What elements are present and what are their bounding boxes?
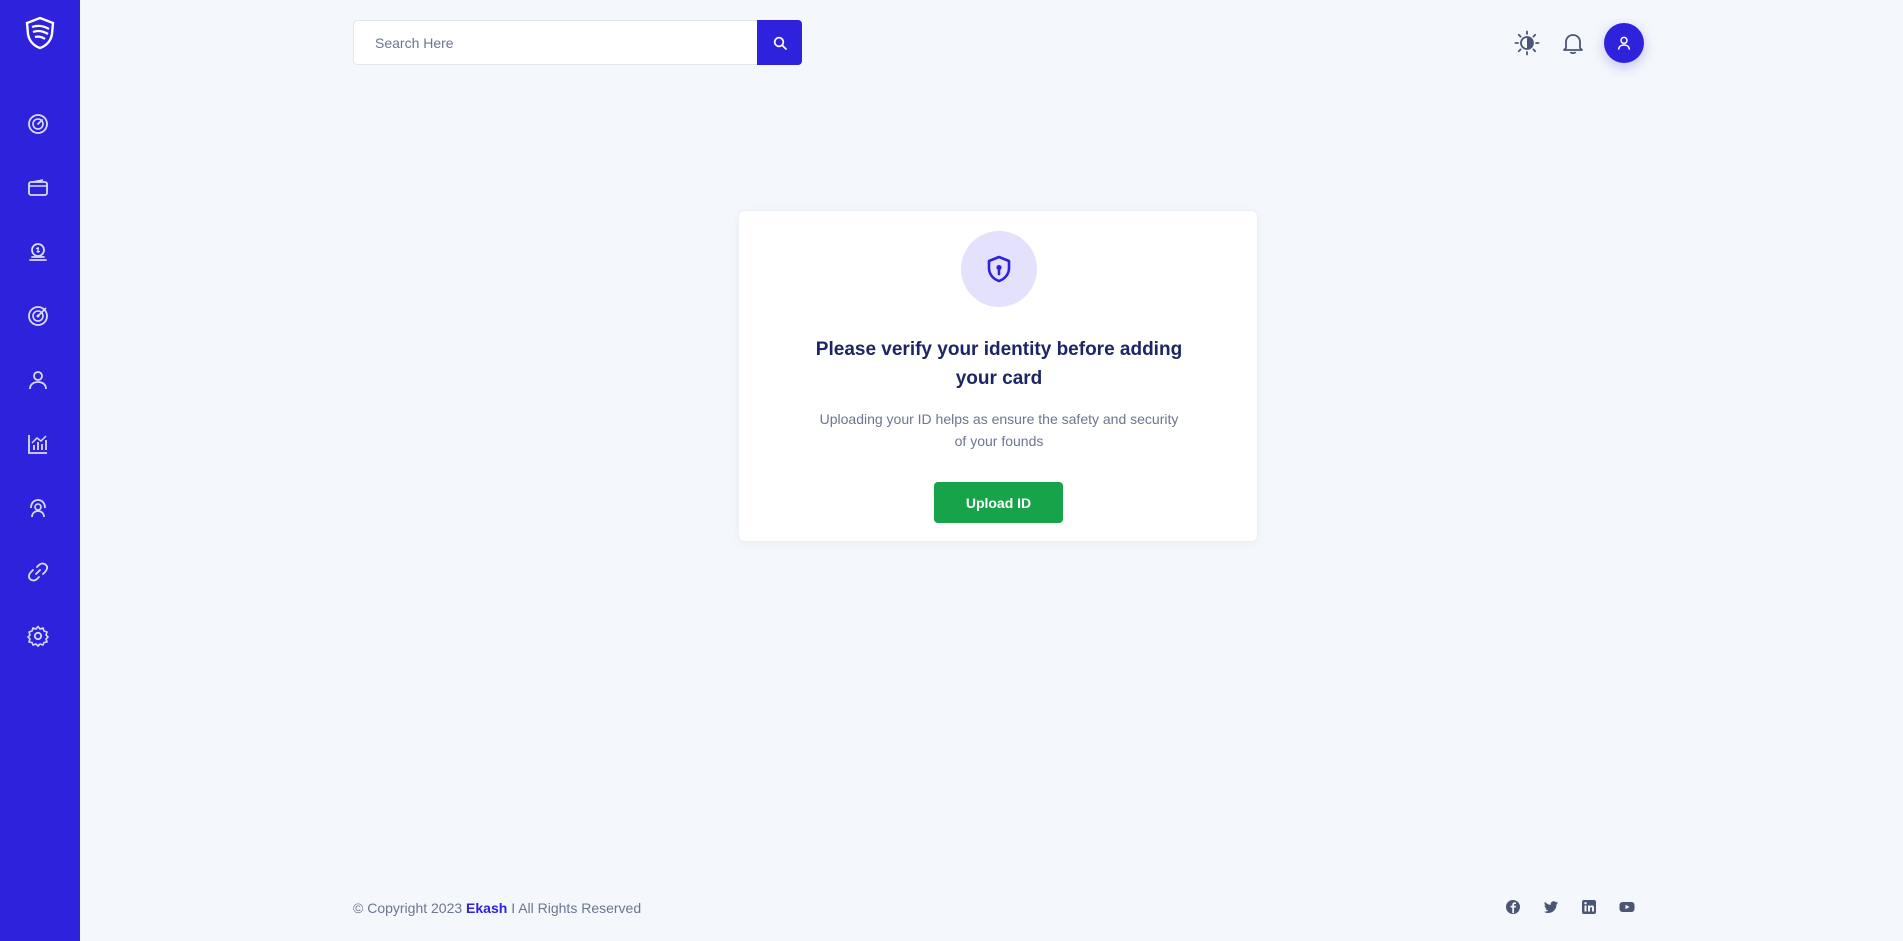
bar-chart-icon	[28, 435, 47, 454]
footer-copyright: © Copyright 2023 Ekash I All Rights Rese…	[353, 900, 641, 916]
sidebar-item-links[interactable]	[26, 560, 50, 584]
sidebar-item-profile[interactable]	[26, 368, 50, 392]
card-title: Please verify your identity before addin…	[815, 339, 1183, 389]
copyright-suffix: I All Rights Reserved	[511, 900, 642, 916]
theme-toggle-icon	[1514, 30, 1540, 56]
search-button[interactable]	[757, 20, 802, 65]
target-icon	[28, 306, 48, 326]
copyright-prefix: © Copyright 2023	[353, 900, 463, 916]
facebook-link[interactable]	[1504, 898, 1522, 916]
sidebar-item-payments[interactable]	[26, 240, 50, 264]
avatar[interactable]	[1604, 23, 1644, 63]
user-icon	[29, 371, 47, 390]
search-icon	[773, 36, 787, 50]
notifications-button[interactable]	[1560, 30, 1586, 56]
shield-icon-circle	[961, 231, 1037, 307]
gauge-icon	[28, 114, 48, 134]
linkedin-link[interactable]	[1580, 898, 1598, 916]
twitter-link[interactable]	[1542, 898, 1560, 916]
wallet-icon	[28, 179, 48, 196]
facebook-icon	[1506, 900, 1520, 914]
theme-toggle-button[interactable]	[1514, 30, 1540, 56]
bell-icon	[1563, 34, 1583, 55]
sidebar-item-settings[interactable]	[26, 624, 50, 648]
sidebar-item-analytics[interactable]	[26, 432, 50, 456]
sidebar-item-wallet[interactable]	[26, 176, 50, 200]
sidebar-item-support[interactable]	[26, 496, 50, 520]
link-icon	[28, 562, 48, 582]
headset-icon	[30, 499, 46, 518]
search-bar	[353, 20, 802, 65]
sidebar	[0, 0, 80, 941]
gear-icon	[27, 625, 49, 647]
sidebar-item-dashboard[interactable]	[26, 112, 50, 136]
upload-id-button[interactable]: Upload ID	[934, 482, 1063, 523]
search-input[interactable]	[353, 20, 757, 65]
brand-link[interactable]: Ekash	[466, 900, 507, 916]
verify-identity-card: Please verify your identity before addin…	[738, 210, 1258, 542]
youtube-link[interactable]	[1618, 898, 1636, 916]
shield-logo-icon[interactable]	[24, 16, 56, 50]
money-hand-icon	[29, 243, 47, 261]
sidebar-item-goals[interactable]	[26, 304, 50, 328]
linkedin-icon	[1582, 900, 1596, 914]
twitter-icon	[1543, 901, 1558, 913]
user-avatar-icon	[1617, 36, 1631, 50]
card-description: Uploading your ID helps as ensure the sa…	[819, 411, 1179, 449]
youtube-icon	[1619, 902, 1635, 912]
shield-lock-icon	[987, 255, 1011, 283]
